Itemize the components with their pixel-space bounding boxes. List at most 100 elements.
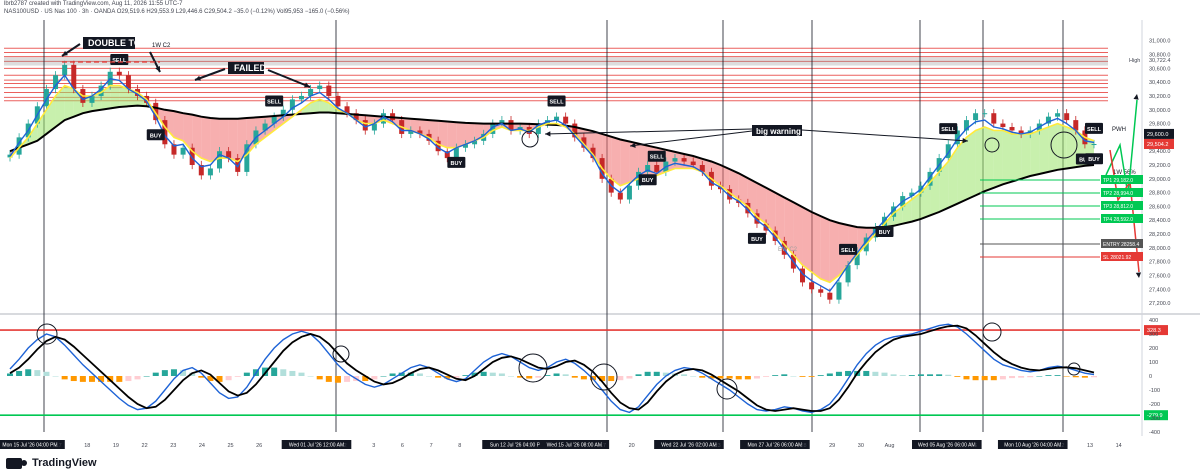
histogram-bar [462,375,469,376]
histogram-bar [34,370,41,376]
histogram-bar [271,367,278,376]
candle-body [1091,144,1097,146]
histogram-bar [608,376,615,382]
price-axis-tick-label: 30,000.0 [1149,108,1170,114]
histogram-bar [25,369,32,376]
histogram-bar [298,372,305,376]
signal-label: SELL [841,248,856,254]
histogram-bar [699,376,706,378]
chart-canvas[interactable]: SELL BUY SELL BUY SELL SELL BUY SELL BUY SELL BUY S… [0,0,1200,471]
histogram-bar [344,376,351,382]
x-axis-tick-label: 2 [344,443,347,449]
histogram-bar [43,371,50,376]
candle-body [672,158,678,162]
price-axis-tick-label: 27,600.0 [1149,273,1170,279]
histogram-bar [799,376,806,377]
histogram-bar [626,376,633,379]
price-axis-tick-label: 31,000.0 [1149,39,1170,45]
x-axis-tick-label: 14 [1116,443,1122,449]
x-axis-tick-label: 20 [629,443,635,449]
histogram-bar [307,376,314,377]
histogram-bar [571,376,578,378]
x-axis-tick-label: Wed 01 Jul '26 12:00 AM [289,443,344,449]
x-axis-tick-label: 22 [142,443,148,449]
histogram-bar [225,376,232,381]
price-axis-tick-label: 28,800.0 [1149,191,1170,197]
candle-body [1009,127,1015,131]
price-axis-tick-label: 30,200.0 [1149,94,1170,100]
candle-body [207,168,213,176]
candle-body [217,151,223,169]
price-axis-tick-label: 29,000.0 [1149,177,1170,183]
x-axis-tick-label: 6 [401,443,404,449]
price-axis-tick-label: 29,800.0 [1149,122,1170,128]
candle-body [973,113,979,121]
histogram-bar [954,376,961,377]
x-axis-tick-label: 17 [600,443,606,449]
histogram-bar [735,376,742,380]
histogram-bar [972,376,979,381]
price-axis-tick-label: 28,600.0 [1149,204,1170,210]
histogram-bar [116,376,123,382]
histogram-bar [134,376,141,380]
histogram-bar [899,375,906,376]
histogram-bar [835,371,842,376]
histogram-bar [936,374,943,376]
histogram-bar [790,376,797,377]
histogram-bar [79,376,86,382]
histogram-bar [426,376,433,377]
candle-body [626,185,632,200]
candle-body [818,289,824,293]
ema-ribbon-segment [820,216,830,283]
x-axis-tick-label: 24 [199,443,205,449]
osc-axis-tick-label: -100 [1149,388,1160,394]
histogram-bar [881,372,888,376]
histogram-bar [1009,376,1016,379]
histogram-bar [1045,375,1052,376]
chart-header-title: lbrb2787 created with TradingView.com, A… [4,1,183,7]
target-tag-label: TP1 29,182.0 [1103,178,1133,184]
histogram-bar [890,374,897,376]
signal-label: BUY [1088,157,1100,163]
histogram-bar [161,370,168,376]
histogram-bar [316,376,323,380]
histogram-bar [389,373,396,376]
histogram-bar [61,376,68,380]
signal-label: BUY [751,237,763,243]
osc-axis-tick-label: 400 [1149,318,1158,324]
histogram-bar [480,371,487,376]
ema-ribbon-segment [1066,127,1076,169]
x-axis-tick-label: Aug [885,443,895,449]
histogram-bar [143,376,150,377]
candle-body [180,147,186,155]
ema-ribbon-segment [1012,133,1022,182]
price-axis-tick-label: 29,400.0 [1149,149,1170,155]
osc-axis-tick-label: -200 [1149,402,1160,408]
histogram-bar [7,373,13,376]
histogram-bar [70,376,77,382]
candle-body [982,113,988,115]
price-axis-tick-label: 27,400.0 [1149,287,1170,293]
candle-body [1064,113,1070,121]
x-axis-tick-label: 6 [974,443,977,449]
price-high-label: High [1129,58,1140,64]
x-axis-tick-label: 25 [227,443,233,449]
x-axis-tick-label: 7 [430,443,433,449]
x-axis-tick-label: Mon 15 Jul '26 04:00 PM [2,443,57,449]
histogram-bar [234,376,241,377]
histogram-bar [16,370,23,376]
tradingview-logo-icon [6,457,27,469]
annotation-ew-label: EW C2 [778,247,798,253]
histogram-bar [371,376,378,380]
ema-ribbon-segment [829,220,839,283]
histogram-bar [498,373,505,376]
x-axis-tick-label: Mon 27 Jul '26 06:00 AM [747,443,802,449]
histogram-bar [981,376,988,381]
signal-label: SELL [650,155,665,161]
histogram-bar [508,376,515,377]
histogram-bar [152,372,159,376]
annotation-failed: FAILED [234,63,267,73]
ema-ribbon-segment [1021,133,1031,179]
candle-body [681,158,687,162]
ema-ribbon-segment [173,111,184,141]
